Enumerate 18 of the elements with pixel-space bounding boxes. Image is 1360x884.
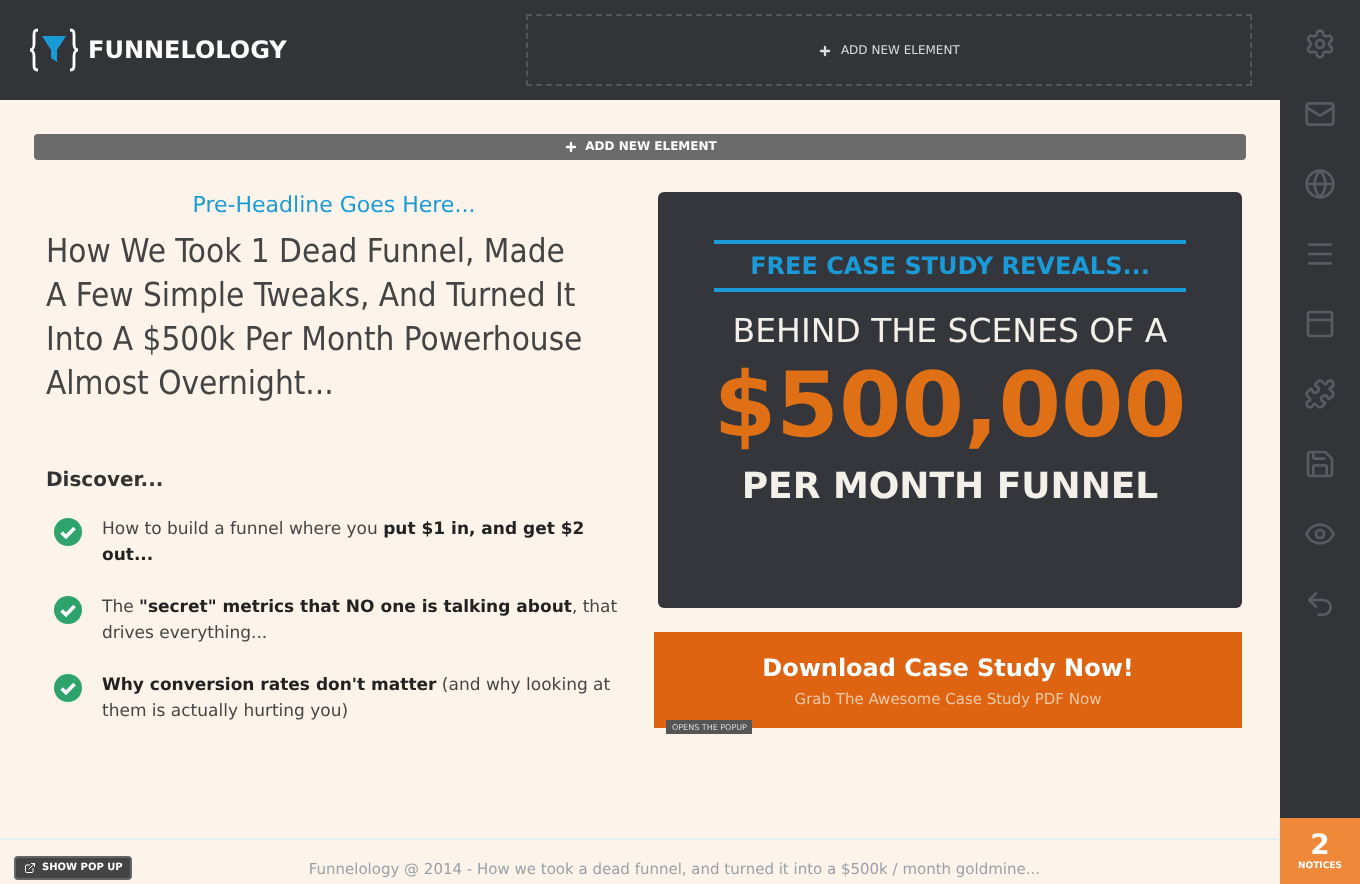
pre-headline: Pre-Headline Goes Here... [190, 192, 478, 218]
card-line: PER MONTH FUNNEL [741, 466, 1159, 508]
bullet-text: Why conversion rates don't matter (and why looking at them is actually hurting you) [102, 674, 613, 726]
plus-icon [818, 43, 833, 57]
bullet-text: How to build a funnel where you put $1 in, and get $2 out... [102, 518, 587, 570]
card-line: BEHIND THE SCENES OF A [732, 312, 1168, 350]
card-kicker: FREE CASE STUDY REVEALS... [714, 240, 1186, 292]
check-icon [54, 674, 82, 702]
check-icon [54, 596, 82, 624]
card-amount: $500,000 [713, 350, 1187, 462]
check-icon [54, 518, 82, 546]
bullet-text: The "secret" metrics that NO one is talking about, that drives everything... [102, 596, 620, 648]
external-link-icon [24, 862, 36, 874]
plus-icon [563, 140, 578, 154]
logo-text: FUNNELOLOGY [88, 36, 287, 64]
discover-heading: Discover... [46, 470, 166, 492]
headline: How We Took 1 Dead Funnel, Made A Few Simple Tweaks, And Turned It Into A $500k Per Month Powerhouse Almost Overnight... [46, 230, 585, 406]
funnel-logo-icon [28, 28, 80, 72]
